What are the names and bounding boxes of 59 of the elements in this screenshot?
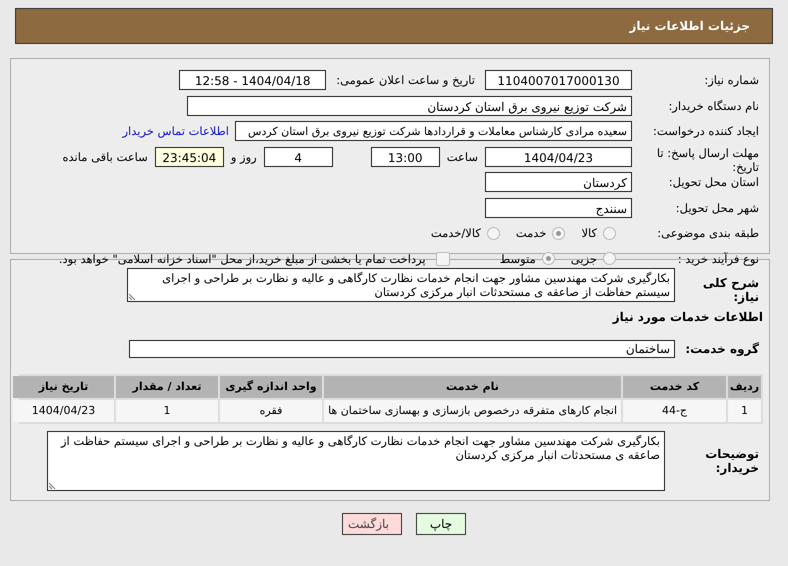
column-header: تعداد / مقدار [116,376,218,398]
radio-label: خدمت [516,226,546,240]
column-header: ردیف [728,376,761,398]
description-field: بکارگیری شرکت مهندسین مشاور جهت انجام خدمات نظارت کارگاهی و عالیه و نظارت بر طراحی و اجرای سیستم حفاظت از صاعقه ی مستحدثات انبار مرکزی کردستان [127,268,675,302]
back-button[interactable]: بازگشت [342,513,402,535]
radio-label: کالا/خدمت [430,226,481,240]
days-label: روز و [230,150,257,164]
field-label: توضیحات خریدار: [704,447,760,475]
radio-button[interactable] [552,226,566,240]
buyer-org-field: شرکت توزیع نیروی برق استان کردستان [187,96,632,116]
field-label: نام دستگاه خریدار: [667,98,760,112]
resize-grip-icon [129,292,137,300]
table-cell: 1404/04/23 [13,400,114,422]
service-group-field: ساختمان [129,340,675,358]
table-cell: 1 [116,400,218,422]
column-header: تاریخ نیاز [13,376,114,398]
radio-button[interactable] [486,226,500,240]
table-cell: 1 [728,400,761,422]
checkbox-label: پرداخت تمام یا بخشی از مبلغ خرید،از محل "اسناد خزانه اسلامی" خواهد بود. [58,252,426,266]
field-label: تاریخ و ساعت اعلان عمومی: [336,73,475,87]
section-title: اطلاعات خدمات مورد نیاز [611,310,764,324]
radio-label: متوسط [500,252,536,266]
table-cell: فقره [220,400,322,422]
column-header: واحد اندازه گیری [220,376,322,398]
field-label: ایجاد کننده درخواست: [652,124,760,138]
announce-date-field: 1404/04/18 - 12:58 [179,70,326,90]
field-label: گروه خدمت: [684,342,760,356]
city-field: سنندج [485,198,632,218]
page-title: جزئیات اطلاعات نیاز [629,19,750,33]
field-label: استان محل تحویل: [668,175,760,189]
days-field: 4 [264,146,333,166]
radio-button[interactable] [603,252,616,265]
field-label: شرح کلی نیاز: [702,275,760,304]
radio-label: جزیی [570,252,597,266]
print-button[interactable]: چاپ [416,513,466,535]
table-cell: انجام کارهای متفرقه درخصوص بازسازی و بهسازی ساختمان ها [324,400,621,422]
buyer-notes-field: بکارگیری شرکت مهندسین مشاور جهت انجام خدمات نظارت کارگاهی و عالیه و نظارت بر طراحی و اجرای سیستم حفاظت از صاعقه ی مستحدثات انبار مرکزی کردستان [47,431,665,491]
time-label: ساعت [446,150,478,164]
province-field: کردستان [485,172,632,192]
radio-label: کالا [581,226,597,240]
remaining-label: ساعت باقی مانده [62,150,148,164]
remaining-time-field: 23:45:04 [154,146,224,166]
field-label: مهلت ارسال پاسخ: تا تاریخ: [656,146,760,176]
need-number-field: 1104007017000130 [485,70,632,90]
radio-button[interactable] [603,226,616,240]
column-header: نام خدمت [324,376,621,398]
field-label: شهر محل تحویل: [674,200,760,214]
radio-button[interactable] [542,252,555,265]
requester-field: سعیده مرادی کارشناس معاملات و قراردادها شرکت توزیع نیروی برق استان کردس [235,121,632,141]
table-cell: ج-44 [623,400,726,422]
contact-link[interactable]: اطلاعات تماس خریدار [122,124,229,138]
field-label: طبقه بندی موضوعی: [656,226,760,240]
column-header: کد خدمت [623,376,726,398]
deadline-date-field: 1404/04/23 [485,146,632,166]
field-label: شماره نیاز: [703,73,760,87]
resize-grip-icon [49,481,57,489]
checkbox[interactable] [436,252,450,266]
deadline-time-field: 13:00 [370,146,440,166]
field-label: نوع فرآیند خرید : [676,252,760,266]
